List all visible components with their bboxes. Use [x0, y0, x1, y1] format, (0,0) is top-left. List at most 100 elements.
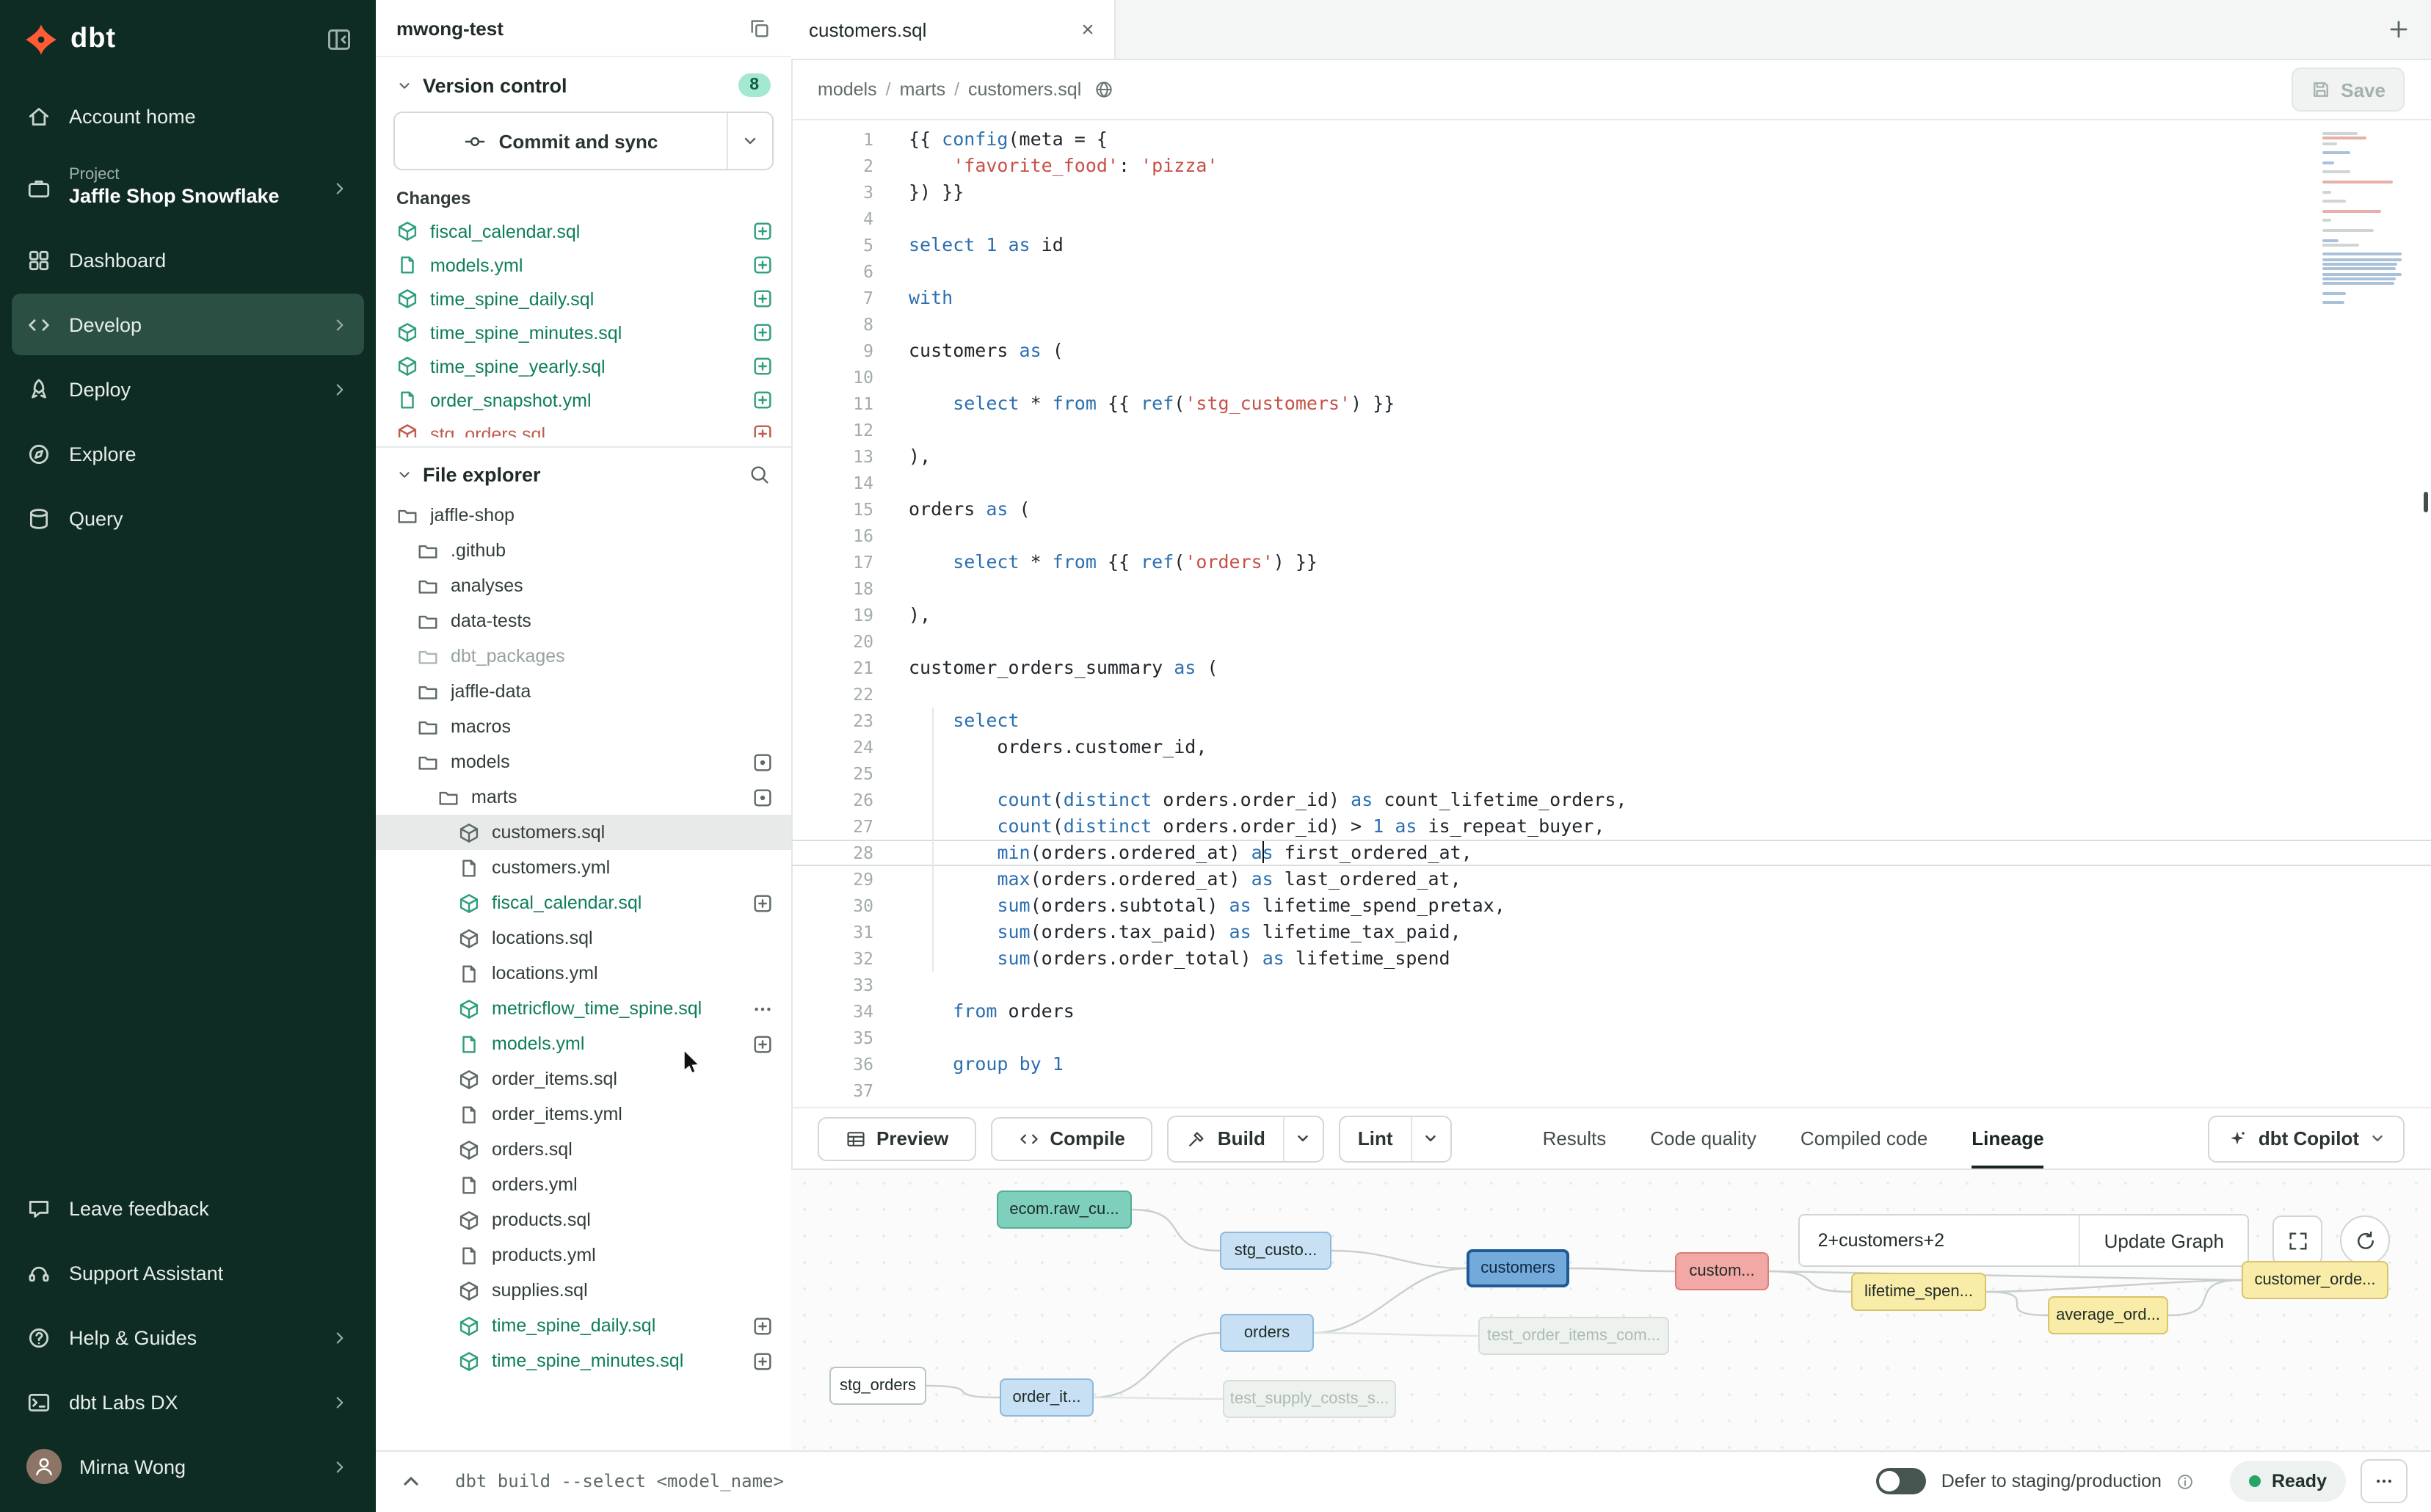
sidebar-item-dashboard[interactable]: Dashboard	[12, 229, 364, 291]
update-graph-button[interactable]: Update Graph	[2079, 1215, 2248, 1265]
lint-button[interactable]: Lint	[1339, 1115, 1452, 1162]
code-line[interactable]: 7with	[791, 285, 2431, 311]
stage-file-button[interactable]	[752, 254, 774, 276]
changed-file-time-spine-yearly-sql[interactable]: time_spine_yearly.sql	[376, 349, 791, 383]
model-docs-icon[interactable]	[1093, 79, 1113, 100]
version-control-header[interactable]: Version control 8	[376, 57, 791, 106]
ide-status-badge[interactable]: Ready	[2231, 1461, 2346, 1502]
lineage-selector-input[interactable]	[1800, 1215, 2079, 1265]
tab-customers-sql[interactable]: customers.sql	[791, 0, 1116, 59]
code-line[interactable]: 21customer_orders_summary as (	[791, 655, 2431, 681]
file-explorer-header[interactable]: File explorer	[376, 448, 791, 495]
file-tree-item-order-items-yml[interactable]: order_items.yml	[376, 1097, 791, 1132]
sidebar-item-dbt-labs-dx[interactable]: dbt Labs DX	[12, 1371, 364, 1433]
code-line[interactable]: 31 sum(orders.tax_paid) as lifetime_tax_…	[791, 919, 2431, 945]
result-tab-lineage[interactable]: Lineage	[1972, 1108, 2043, 1168]
code-editor[interactable]: 1{{ config(meta = {2 'favorite_food': 'p…	[791, 120, 2431, 1107]
code-line[interactable]: 1{{ config(meta = {	[791, 126, 2431, 153]
code-line[interactable]: 36 group by 1	[791, 1051, 2431, 1077]
code-line[interactable]: 8	[791, 311, 2431, 338]
file-tree-item-fiscal-calendar-sql[interactable]: fiscal_calendar.sql	[376, 885, 791, 920]
sidebar-item-explore[interactable]: Explore	[12, 423, 364, 484]
fullscreen-button[interactable]	[2272, 1215, 2322, 1265]
code-line[interactable]: 3}) }}	[791, 179, 2431, 206]
stage-file-button[interactable]	[752, 1033, 774, 1055]
copy-branch-icon[interactable]	[749, 17, 771, 39]
stage-file-button[interactable]	[752, 1315, 774, 1337]
lineage-node-average[interactable]: average_ord...	[2048, 1296, 2168, 1334]
file-tree-item-order-items-sql[interactable]: order_items.sql	[376, 1061, 791, 1097]
lineage-node-order-it[interactable]: order_it...	[1000, 1378, 1094, 1417]
sidebar-item-query[interactable]: Query	[12, 487, 364, 549]
changed-file-fiscal-calendar-sql[interactable]: fiscal_calendar.sql	[376, 214, 791, 248]
defer-toggle[interactable]	[1877, 1468, 1927, 1494]
stage-file-button[interactable]	[752, 321, 774, 344]
file-tree-item-models[interactable]: models	[376, 744, 791, 779]
result-tab-code-quality[interactable]: Code quality	[1650, 1108, 1756, 1168]
dbt-logo[interactable]: dbt	[23, 22, 116, 57]
file-tree-item-github[interactable]: .github	[376, 533, 791, 568]
lineage-node-stg-o[interactable]: stg_orders	[829, 1367, 926, 1405]
code-line[interactable]: 30 sum(orders.subtotal) as lifetime_spen…	[791, 893, 2431, 919]
save-button[interactable]: Save	[2291, 68, 2405, 112]
file-tree-item-time-spine-daily-sql[interactable]: time_spine_daily.sql	[376, 1308, 791, 1343]
code-line[interactable]: 14	[791, 470, 2431, 496]
commit-and-sync-button[interactable]: Commit and sync	[393, 112, 774, 170]
lineage-node-test-oi[interactable]: test_order_items_com...	[1478, 1317, 1669, 1355]
commit-and-sync-main[interactable]: Commit and sync	[395, 113, 727, 169]
file-tree-item-marts[interactable]: marts	[376, 779, 791, 815]
stage-file-button[interactable]	[752, 288, 774, 310]
stage-file-button[interactable]	[752, 423, 774, 437]
file-tree-item-customers-sql[interactable]: customers.sql	[376, 815, 791, 850]
code-line[interactable]: 28 min(orders.ordered_at) as first_order…	[791, 840, 2431, 866]
file-tree-item-locations-yml[interactable]: locations.yml	[376, 956, 791, 991]
breadcrumb-marts[interactable]: marts	[900, 79, 946, 100]
code-line[interactable]: 37	[791, 1077, 2431, 1104]
sidebar-item-account-home[interactable]: Account home	[12, 85, 364, 147]
stage-file-button[interactable]	[752, 892, 774, 914]
code-line[interactable]: 25	[791, 760, 2431, 787]
code-line[interactable]: 34 from orders	[791, 998, 2431, 1025]
search-files-icon[interactable]	[749, 464, 771, 486]
file-tree-item-supplies-sql[interactable]: supplies.sql	[376, 1273, 791, 1308]
code-line[interactable]: 17 select * from {{ ref('orders') }}	[791, 549, 2431, 575]
close-tab-icon[interactable]	[1079, 21, 1097, 38]
lineage-node-cust-ord[interactable]: customer_orde...	[2242, 1261, 2388, 1299]
code-line[interactable]: 4	[791, 206, 2431, 232]
sidebar-item-help-guides[interactable]: Help & Guides	[12, 1306, 364, 1368]
file-tree-item-dbt-packages[interactable]: dbt_packages	[376, 639, 791, 674]
code-line[interactable]: 23 select	[791, 708, 2431, 734]
file-tree-item-orders-yml[interactable]: orders.yml	[376, 1167, 791, 1202]
code-line[interactable]: 20	[791, 628, 2431, 655]
breadcrumb-customers-sql[interactable]: customers.sql	[968, 79, 1081, 100]
minimap[interactable]	[2322, 132, 2408, 311]
status-menu-button[interactable]	[2361, 1459, 2408, 1503]
breadcrumb-models[interactable]: models	[818, 79, 877, 100]
refresh-graph-button[interactable]	[2340, 1215, 2390, 1265]
stage-file-button[interactable]	[752, 1350, 774, 1372]
lineage-node-custom[interactable]: custom...	[1675, 1252, 1769, 1290]
sidebar-item-mirna-wong[interactable]: Mirna Wong	[12, 1436, 364, 1497]
code-line[interactable]: 13),	[791, 443, 2431, 470]
result-tab-compiled-code[interactable]: Compiled code	[1800, 1108, 1927, 1168]
new-tab-icon[interactable]	[2387, 18, 2410, 41]
lineage-node-customers[interactable]: customers	[1467, 1249, 1569, 1287]
file-tree-item-jaffle-shop[interactable]: jaffle-shop	[376, 498, 791, 533]
lineage-node-lifetime[interactable]: lifetime_spen...	[1851, 1273, 1986, 1311]
code-line[interactable]: 24 orders.customer_id,	[791, 734, 2431, 760]
file-tree-item-metricflow-time-spine-sql[interactable]: metricflow_time_spine.sql	[376, 991, 791, 1026]
changed-file-time-spine-minutes-sql[interactable]: time_spine_minutes.sql	[376, 316, 791, 349]
code-line[interactable]: 22	[791, 681, 2431, 708]
lineage-node-test-sc[interactable]: test_supply_costs_s...	[1223, 1380, 1396, 1418]
changed-file-stg-orders-sql[interactable]: stg_orders.sql	[376, 417, 791, 437]
sidebar-item-leave-feedback[interactable]: Leave feedback	[12, 1177, 364, 1239]
code-line[interactable]: 10	[791, 364, 2431, 390]
stage-file-button[interactable]	[752, 389, 774, 411]
code-line[interactable]: 15orders as (	[791, 496, 2431, 523]
code-line[interactable]: 27 count(distinct orders.order_id) > 1 a…	[791, 813, 2431, 840]
code-line[interactable]: 32 sum(orders.order_total) as lifetime_s…	[791, 945, 2431, 972]
result-tab-results[interactable]: Results	[1543, 1108, 1607, 1168]
build-options-button[interactable]	[1283, 1116, 1323, 1160]
file-tree-item-locations-sql[interactable]: locations.sql	[376, 920, 791, 956]
stage-file-button[interactable]	[752, 355, 774, 377]
